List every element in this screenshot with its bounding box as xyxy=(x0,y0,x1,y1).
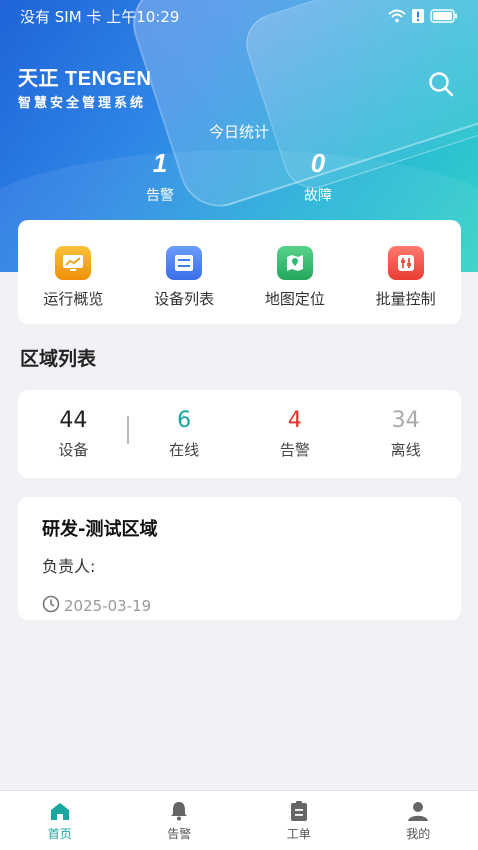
menu-item-label: 运行概览 xyxy=(43,290,104,308)
tab-label: 我的 xyxy=(406,827,431,841)
control-icon xyxy=(387,246,424,280)
stat-label: 在线 xyxy=(169,441,200,459)
menu-item-map[interactable]: 地图定位 xyxy=(240,220,351,324)
menu-item-label: 批量控制 xyxy=(375,290,436,308)
stat-value: 6 xyxy=(177,408,192,433)
map-icon xyxy=(276,246,313,280)
quick-menu: 运行概览 设备列表 地图定位 批量控制 xyxy=(18,220,461,324)
menu-item-device-list[interactable]: 设备列表 xyxy=(129,220,240,324)
stat-online[interactable]: 6 在线 xyxy=(129,390,240,478)
battery-icon xyxy=(430,9,458,23)
stat-value: 34 xyxy=(391,408,420,433)
stat-label: 告警 xyxy=(279,441,310,459)
region-owner: 负责人: xyxy=(42,557,96,576)
region-list-title: 区域列表 xyxy=(20,348,97,370)
alarm-count[interactable]: 1 xyxy=(120,148,200,179)
menu-item-label: 地图定位 xyxy=(264,290,325,308)
search-icon xyxy=(429,72,454,97)
stat-value: 4 xyxy=(287,408,302,433)
menu-item-batch-control[interactable]: 批量控制 xyxy=(350,220,461,324)
tab-label: 首页 xyxy=(47,827,72,841)
stat-offline[interactable]: 34 离线 xyxy=(350,390,461,478)
stat-alarm[interactable]: 4 告警 xyxy=(240,390,351,478)
brand-logo: 天正 TENGEN 智慧安全管理系统 xyxy=(18,62,151,111)
stat-label: 离线 xyxy=(390,441,421,459)
clock-icon xyxy=(42,595,60,617)
tab-label: 告警 xyxy=(167,827,192,841)
stat-label: 设备 xyxy=(58,441,89,459)
alert-status-icon xyxy=(412,9,424,23)
status-text: 没有 SIM 卡 上午10:29 xyxy=(20,7,180,26)
region-card[interactable]: 研发-测试区域 负责人: 2025-03-19 xyxy=(18,497,461,620)
user-icon xyxy=(408,802,429,821)
tab-work-order[interactable]: 工单 xyxy=(239,791,359,850)
search-button[interactable] xyxy=(427,70,455,98)
today-stats-title: 今日统计 xyxy=(208,123,269,141)
chart-icon xyxy=(55,246,92,280)
home-icon xyxy=(50,803,69,820)
stat-devices[interactable]: 44 设备 xyxy=(18,390,129,478)
bell-icon xyxy=(171,802,188,821)
tab-home[interactable]: 首页 xyxy=(0,791,120,850)
menu-item-label: 设备列表 xyxy=(154,290,215,308)
brand-tagline: 智慧安全管理系统 xyxy=(18,96,147,111)
menu-item-overview[interactable]: 运行概览 xyxy=(18,220,129,324)
region-title: 研发-测试区域 xyxy=(42,519,158,540)
brand-name: 天正 TENGEN xyxy=(18,68,152,90)
tab-label: 工单 xyxy=(286,827,311,841)
stat-value: 44 xyxy=(59,408,88,433)
tab-mine[interactable]: 我的 xyxy=(359,791,478,850)
wifi-icon xyxy=(388,9,406,23)
date-text: 2025-03-19 xyxy=(64,597,152,615)
fault-label: 故障 xyxy=(304,188,332,204)
list-icon xyxy=(166,246,203,280)
clipboard-icon xyxy=(290,801,307,821)
status-bar: 没有 SIM 卡 上午10:29 xyxy=(0,0,478,32)
bottom-tab-bar: 首页 告警 工单 我的 xyxy=(0,790,478,850)
alarm-label: 告警 xyxy=(146,188,174,204)
tab-alarm[interactable]: 告警 xyxy=(120,791,240,850)
region-date: 2025-03-19 xyxy=(42,595,437,617)
device-stats-card: 44 设备 6 在线 4 告警 34 离线 xyxy=(18,390,461,478)
fault-count[interactable]: 0 xyxy=(278,148,358,179)
